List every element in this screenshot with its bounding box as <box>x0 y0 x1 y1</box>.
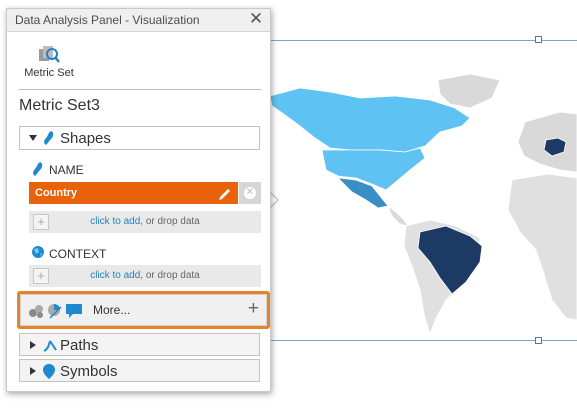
dropzone-text: click to add, or drop data <box>29 216 261 227</box>
map-pin-icon <box>43 364 55 379</box>
panel-title: Data Analysis Panel - Visualization <box>15 13 200 27</box>
dropzone-hint: , or drop data <box>140 270 200 281</box>
name-field-label: NAME <box>49 163 84 177</box>
context-dropzone[interactable]: + click to add, or drop data <box>29 265 261 287</box>
section-paths[interactable]: Paths <box>19 333 260 356</box>
section-shapes[interactable]: Shapes <box>19 126 260 150</box>
globe-icon <box>32 246 44 258</box>
dropzone-text: click to add, or drop data <box>29 270 261 281</box>
click-to-add-link[interactable]: click to add <box>90 216 140 227</box>
data-analysis-panel: Data Analysis Panel - Visualization ✕ Me… <box>6 8 271 392</box>
metric-set-icon <box>39 46 60 63</box>
map-region-central-america[interactable] <box>387 204 409 227</box>
panel-titlebar[interactable]: Data Analysis Panel - Visualization ✕ <box>7 9 270 32</box>
map-region-usa[interactable] <box>321 147 426 191</box>
shape-icon <box>33 162 43 176</box>
context-field-label: CONTEXT <box>49 247 107 261</box>
chevron-right-icon <box>30 367 36 375</box>
divider <box>19 89 261 90</box>
section-paths-label: Paths <box>60 337 99 354</box>
close-circle-icon: ✕ <box>244 187 256 199</box>
section-shapes-label: Shapes <box>60 130 111 147</box>
metric-set-button[interactable]: Metric Set <box>21 41 77 83</box>
pencil-icon[interactable] <box>217 185 233 201</box>
country-field-chip[interactable]: Country <box>29 182 238 204</box>
chevron-down-icon <box>29 135 37 141</box>
map-region-greenland[interactable] <box>437 73 501 109</box>
chevron-right-icon <box>30 341 36 349</box>
name-dropzone[interactable]: + click to add, or drop data <box>29 211 261 233</box>
map-region-africa[interactable] <box>507 173 577 321</box>
map-region-canada[interactable] <box>269 87 471 153</box>
metric-set-name: Metric Set3 <box>19 97 100 114</box>
dropzone-hint: , or drop data <box>140 216 200 227</box>
metric-set-label: Metric Set <box>24 67 74 79</box>
section-symbols-label: Symbols <box>60 363 118 380</box>
click-to-add-link[interactable]: click to add <box>90 270 140 281</box>
close-button[interactable]: ✕ <box>247 10 265 28</box>
remove-field-button[interactable]: ✕ <box>239 182 261 204</box>
country-field-label: Country <box>35 187 78 199</box>
shape-icon <box>44 131 54 145</box>
path-icon <box>43 340 57 352</box>
highlight-outline <box>17 291 270 329</box>
section-symbols[interactable]: Symbols <box>19 359 260 382</box>
